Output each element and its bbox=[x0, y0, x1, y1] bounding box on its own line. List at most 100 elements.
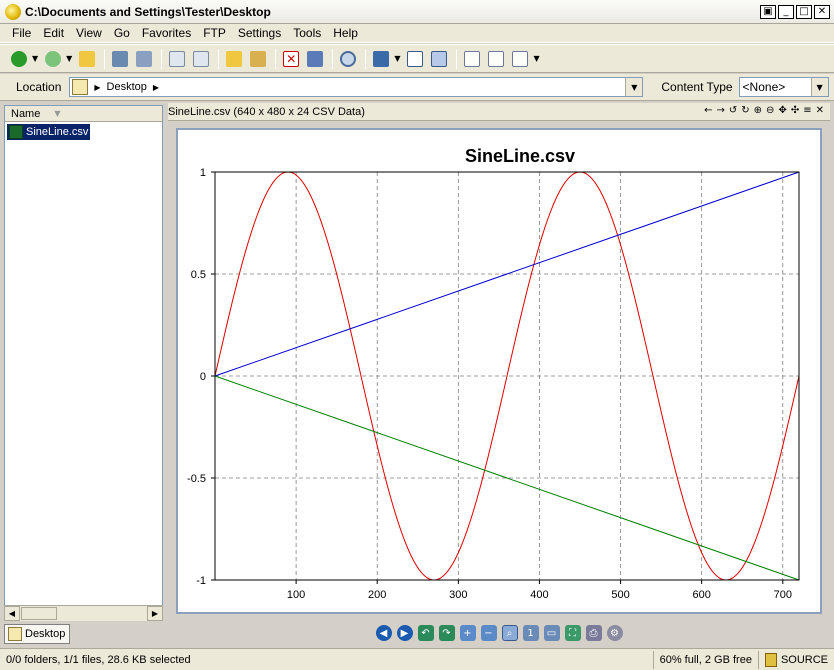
paste-button[interactable] bbox=[190, 48, 212, 70]
menu-help[interactable]: Help bbox=[327, 26, 364, 40]
lock-icon bbox=[764, 652, 777, 667]
view-mode-dropdown-icon[interactable]: ▼ bbox=[394, 54, 400, 63]
zoom-in-icon[interactable]: ⊕ bbox=[754, 105, 762, 116]
next-icon[interactable]: ▶ bbox=[396, 625, 413, 641]
toolbar-separator bbox=[332, 48, 334, 69]
forward-dropdown-icon[interactable]: ▼ bbox=[66, 54, 72, 63]
zoom-out-icon[interactable]: − bbox=[480, 625, 497, 641]
minimize-button[interactable]: _ bbox=[778, 5, 794, 19]
paste-icon bbox=[193, 50, 210, 67]
rotate-cw-icon[interactable]: ↷ bbox=[438, 625, 455, 641]
up-folder-button[interactable] bbox=[76, 48, 98, 70]
app-icon bbox=[5, 3, 21, 20]
y-tick-label: 1 bbox=[200, 167, 206, 179]
chart-title: SineLine.csv bbox=[465, 146, 575, 166]
view-mode-button[interactable] bbox=[370, 48, 392, 70]
zoom-fit-icon[interactable]: ⌕ bbox=[501, 625, 518, 641]
preview-pane-button[interactable] bbox=[428, 48, 450, 70]
zoom-out-icon[interactable]: ⊖ bbox=[766, 105, 774, 116]
edit-dropdown-icon[interactable]: ▼ bbox=[533, 54, 539, 63]
location-label: Location bbox=[16, 80, 62, 94]
new-folder-button[interactable] bbox=[223, 48, 245, 70]
x-tick-label: 700 bbox=[774, 589, 792, 601]
menu-file[interactable]: File bbox=[6, 26, 37, 40]
toolbar-separator bbox=[456, 48, 458, 69]
search-button[interactable] bbox=[337, 48, 359, 70]
scroll-thumb[interactable] bbox=[21, 607, 57, 620]
menu-go[interactable]: Go bbox=[108, 26, 136, 40]
menu-edit[interactable]: Edit bbox=[37, 26, 70, 40]
back-arrow-icon bbox=[11, 50, 27, 67]
toolbar-separator bbox=[161, 48, 163, 69]
restore-extra-button[interactable]: ▣ bbox=[760, 5, 776, 19]
edit-button[interactable] bbox=[509, 48, 531, 70]
menu-settings[interactable]: Settings bbox=[232, 26, 287, 40]
close-viewer-icon[interactable]: ✕ bbox=[816, 105, 824, 116]
status-bar: 0/0 folders, 1/1 files, 28.6 KB selected… bbox=[0, 648, 834, 670]
ticks: 100 200 300 400 500 600 700 1 0.5 0 -0.5 -1 bbox=[187, 167, 792, 601]
location-bar: Location ▶ Desktop ▶ ▼ Content Type <Non… bbox=[0, 74, 834, 101]
list-item[interactable]: SineLine.csv bbox=[7, 124, 91, 140]
y-tick-label: 0 bbox=[200, 371, 206, 383]
menu-icon[interactable]: ≡ bbox=[803, 105, 811, 116]
settings-gear-icon[interactable]: ⚙ bbox=[606, 625, 623, 641]
menu-tools[interactable]: Tools bbox=[287, 26, 327, 40]
document-button[interactable] bbox=[485, 48, 507, 70]
breadcrumb-arrow-icon[interactable]: ▶ bbox=[94, 83, 100, 92]
close-button[interactable]: ✕ bbox=[814, 5, 830, 19]
content-type-select[interactable]: <None> ▼ bbox=[738, 77, 829, 97]
desktop-tab-label: Desktop bbox=[25, 628, 66, 640]
back-dropdown-icon[interactable]: ▼ bbox=[32, 54, 38, 63]
undo-icon bbox=[307, 50, 324, 67]
select-button[interactable] bbox=[109, 48, 131, 70]
x-tick-label: 100 bbox=[287, 589, 305, 601]
scroll-right-icon[interactable]: ▶ bbox=[147, 606, 163, 621]
rotate-ccw-icon[interactable]: ↶ bbox=[417, 625, 434, 641]
undo-button[interactable] bbox=[304, 48, 326, 70]
location-dropdown-icon[interactable]: ▼ bbox=[625, 78, 643, 96]
menu-favorites[interactable]: Favorites bbox=[136, 26, 197, 40]
main-toolbar: ▼ ▼ ✕ ▼ ▼ bbox=[0, 44, 834, 73]
up-folder-icon bbox=[79, 50, 96, 67]
delete-button[interactable]: ✕ bbox=[280, 48, 302, 70]
desktop-tab[interactable]: Desktop bbox=[4, 624, 70, 644]
scroll-left-icon[interactable]: ◀ bbox=[4, 606, 20, 621]
actual-size-icon[interactable]: 1 bbox=[522, 625, 539, 641]
breadcrumb-arrow-icon[interactable]: ▶ bbox=[153, 83, 159, 92]
zoom-in-icon[interactable]: + bbox=[459, 625, 476, 641]
csv-file-icon bbox=[9, 125, 23, 139]
select-help-button[interactable] bbox=[133, 48, 155, 70]
content-type-label: Content Type bbox=[661, 80, 733, 94]
back-button[interactable] bbox=[8, 48, 30, 70]
slideshow-icon[interactable]: ▭ bbox=[543, 625, 560, 641]
pan-right-icon[interactable]: → bbox=[716, 105, 724, 116]
file-list-scrollbar[interactable]: ◀ ▶ bbox=[4, 605, 163, 621]
rotate-right-icon[interactable]: ↻ bbox=[741, 105, 749, 116]
y-tick-label: -0.5 bbox=[187, 473, 206, 485]
print-icon[interactable]: ⎙ bbox=[585, 625, 602, 641]
menu-ftp[interactable]: FTP bbox=[197, 26, 232, 40]
maximize-button[interactable]: □ bbox=[796, 5, 812, 19]
location-combo[interactable]: ▶ Desktop ▶ ▼ bbox=[69, 77, 644, 97]
breadcrumb-desktop[interactable]: Desktop bbox=[107, 81, 147, 93]
checklist-button[interactable] bbox=[461, 48, 483, 70]
copy-button[interactable] bbox=[166, 48, 188, 70]
menu-view[interactable]: View bbox=[70, 26, 108, 40]
move-button[interactable] bbox=[247, 48, 269, 70]
pan-left-icon[interactable]: ← bbox=[704, 105, 712, 116]
pointer-help-icon bbox=[136, 50, 153, 67]
status-mode-segment: SOURCE bbox=[757, 650, 834, 669]
search-icon bbox=[340, 50, 357, 67]
panes-button[interactable] bbox=[404, 48, 426, 70]
rotate-left-icon[interactable]: ↺ bbox=[729, 105, 737, 116]
fit-icon[interactable]: ✣ bbox=[791, 105, 799, 116]
fullscreen-icon[interactable]: ⛶ bbox=[564, 625, 581, 641]
name-column-header[interactable]: Name ▼ bbox=[5, 106, 162, 122]
first-icon[interactable]: ◀ bbox=[375, 625, 392, 641]
title-bar: C:\Documents and Settings\Tester\Desktop… bbox=[0, 0, 834, 24]
chart: SineLine.csv 100 200 300 400 500 600 700 1 0.5 0 -… bbox=[187, 146, 800, 601]
forward-button[interactable] bbox=[42, 48, 64, 70]
move-icon[interactable]: ✥ bbox=[778, 105, 786, 116]
content-type-dropdown-icon[interactable]: ▼ bbox=[810, 78, 828, 96]
new-folder-icon bbox=[226, 50, 243, 67]
